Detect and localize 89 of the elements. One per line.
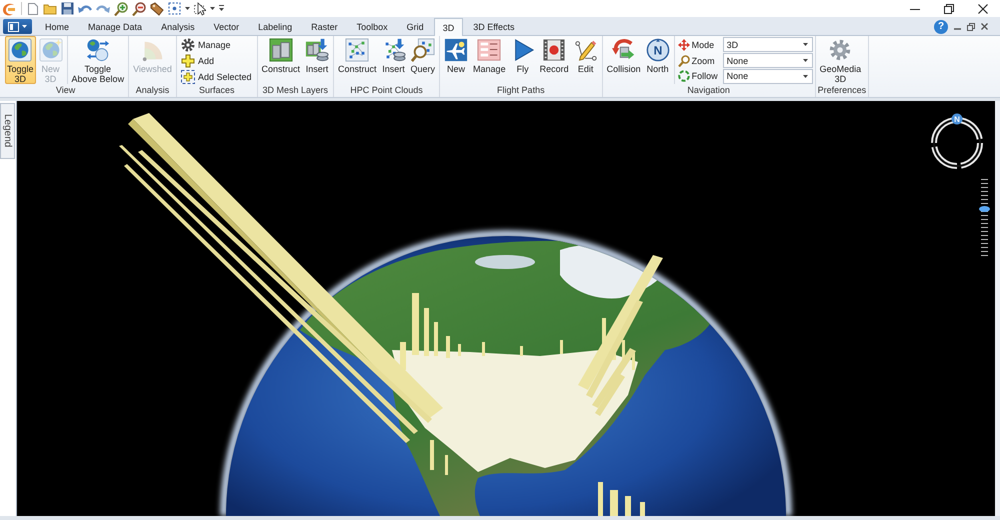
compass-icon: N <box>646 38 670 62</box>
pointer-icon[interactable] <box>194 2 206 16</box>
move-icon <box>678 38 690 51</box>
close-icon[interactable] <box>981 23 988 30</box>
caret-icon <box>22 25 27 28</box>
ribbon-button[interactable]: Collision <box>604 36 643 84</box>
ribbon-tab[interactable]: Labeling <box>249 18 302 35</box>
plus-frame-icon <box>180 70 195 84</box>
ribbon-button[interactable]: Add Selected <box>178 69 254 85</box>
ribbon-tab[interactable]: Home <box>36 18 78 35</box>
ribbon-tab[interactable]: 3D Effects <box>464 18 524 35</box>
ribbon-button[interactable]: N North <box>644 36 672 84</box>
gear-icon <box>180 38 195 52</box>
new-document-icon[interactable] <box>27 2 39 16</box>
field-label: Mode <box>692 40 716 50</box>
legend-tab[interactable]: Legend <box>0 103 15 159</box>
ribbon-tab[interactable]: Toolbox <box>348 18 397 35</box>
ribbon-button[interactable]: Edit <box>572 36 600 84</box>
ribbon-tab[interactable]: Grid <box>398 18 433 35</box>
group-label: Preferences <box>818 84 866 97</box>
restore-icon[interactable] <box>967 22 975 30</box>
help-button[interactable]: ? <box>934 20 948 34</box>
dropdown[interactable]: None <box>722 53 813 68</box>
ribbon-button[interactable]: Add <box>178 53 217 69</box>
restore-icon <box>944 4 954 14</box>
ribbon-button[interactable]: Fly <box>508 36 537 84</box>
customize-icon[interactable] <box>219 5 224 12</box>
ribbon-button[interactable]: Toggle 3D <box>5 36 36 84</box>
group-label: Analysis <box>134 84 170 97</box>
group-label: Flight Paths <box>496 84 546 97</box>
globe-icon <box>8 38 32 62</box>
ribbon-button[interactable]: GeoMedia 3D <box>818 36 864 84</box>
ribbon-tab[interactable]: 3D <box>434 18 464 36</box>
cubes-arrow-icon <box>305 38 330 62</box>
app-menu-button[interactable] <box>3 19 32 34</box>
plus-icon <box>180 54 195 68</box>
logo-icon[interactable] <box>2 2 16 16</box>
ribbon-button[interactable]: Manage <box>471 36 508 84</box>
ribbon-button[interactable]: Query <box>408 36 438 84</box>
folder-icon[interactable] <box>43 2 57 14</box>
field-label: Follow <box>692 71 719 82</box>
tag-icon[interactable] <box>150 2 164 16</box>
close-icon <box>978 4 988 14</box>
ribbon-button[interactable]: Toggle Above Below <box>70 36 126 84</box>
dashed-ring-icon <box>678 70 690 82</box>
zoom-in-icon[interactable] <box>114 2 128 16</box>
caret-icon <box>802 59 808 62</box>
pencil-icon <box>574 38 598 62</box>
save-icon[interactable] <box>61 2 74 15</box>
undo-icon[interactable] <box>78 3 92 14</box>
caret-icon[interactable] <box>185 7 190 10</box>
group-label: Navigation <box>686 84 731 97</box>
group-label: 3D Mesh Layers <box>261 84 330 97</box>
globe-icon <box>38 38 63 62</box>
ribbon-button[interactable]: Record <box>538 36 571 84</box>
cubes-icon <box>268 38 293 62</box>
group-label: View <box>54 84 76 97</box>
gear-icon <box>828 38 852 62</box>
ribbon-tab[interactable]: Raster <box>302 18 347 35</box>
globes-arrows-icon <box>86 38 110 62</box>
list-icon <box>477 38 502 62</box>
airplane-icon <box>444 38 468 62</box>
ribbon-tab[interactable]: Manage Data <box>79 18 152 35</box>
zoom-out-icon[interactable] <box>132 2 146 16</box>
curved-arrow-icon <box>612 38 636 62</box>
magnifier-icon <box>678 54 690 66</box>
ribbon-button[interactable]: Insert <box>380 36 408 84</box>
ribbon-button[interactable]: Manage <box>178 37 234 53</box>
record-icon <box>542 38 566 62</box>
group-label: Surfaces <box>198 84 236 97</box>
dropdown[interactable]: 3D <box>722 37 813 52</box>
ribbon-tab[interactable]: Vector <box>204 18 248 35</box>
select-box-icon[interactable] <box>168 2 181 15</box>
redo-icon[interactable] <box>96 3 110 14</box>
slider-thumb[interactable] <box>979 206 990 212</box>
caret-icon <box>802 74 808 78</box>
point-cloud-icon <box>345 38 370 62</box>
ribbon-button[interactable]: New <box>442 36 470 84</box>
ribbon-button[interactable]: Insert <box>303 36 332 84</box>
group-label: HPC Point Clouds <box>349 84 424 97</box>
dropdown[interactable]: None <box>722 68 813 84</box>
window-icon <box>8 22 19 32</box>
ribbon-tab[interactable]: Analysis <box>152 18 204 35</box>
caret-icon[interactable] <box>210 7 215 10</box>
ribbon-button[interactable]: Construct <box>260 36 302 84</box>
caret-icon <box>802 43 808 46</box>
magnifier-icon <box>410 38 435 62</box>
field-label: Zoom <box>692 56 716 66</box>
ribbon-button[interactable]: Construct <box>336 36 379 84</box>
